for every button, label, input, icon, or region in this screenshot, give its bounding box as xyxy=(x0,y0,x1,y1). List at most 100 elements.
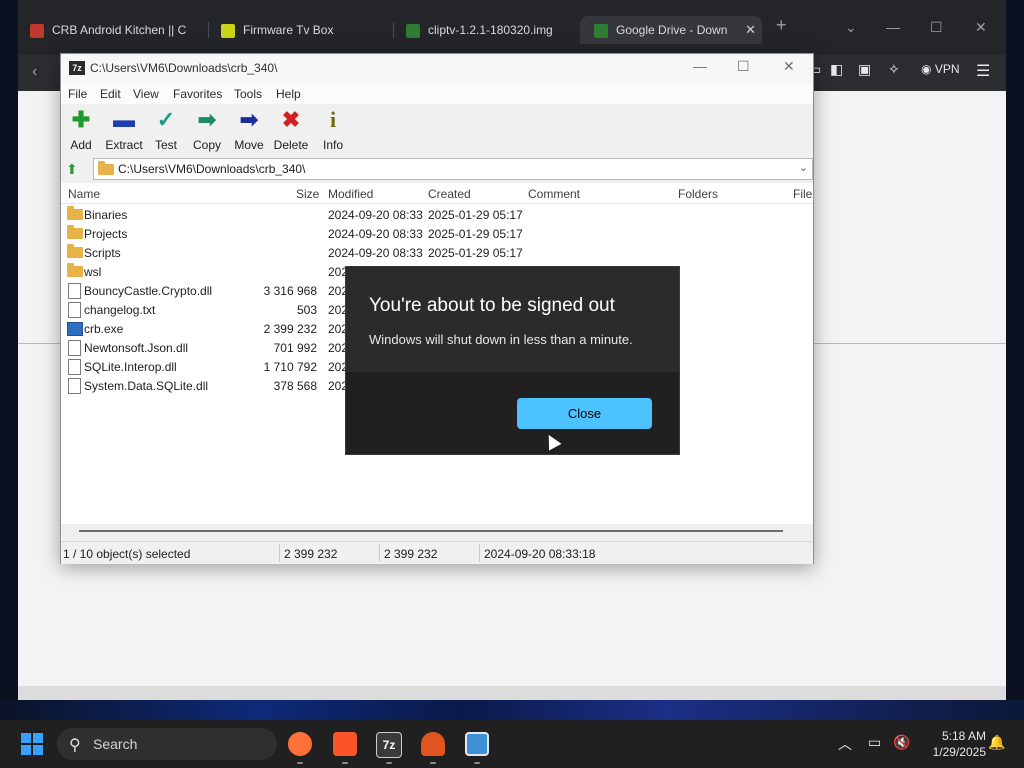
brave-icon[interactable] xyxy=(333,732,357,756)
column-header-modified[interactable]: Modified xyxy=(328,187,373,201)
leo-ai-icon[interactable]: ✧ xyxy=(888,61,900,78)
text-file-icon xyxy=(68,302,81,318)
menu-favorites[interactable]: Favorites xyxy=(173,87,222,101)
item-name: Projects xyxy=(84,227,128,241)
tab-separator xyxy=(393,22,394,38)
delete-button[interactable]: ✖ Delete xyxy=(269,107,313,153)
item-name: Scripts xyxy=(84,246,121,260)
running-indicator xyxy=(430,762,436,764)
folder-icon xyxy=(67,225,83,239)
item-size: 2 399 232 xyxy=(263,322,317,336)
copy-arrow-icon: ➡ xyxy=(197,107,217,132)
windows-start-icon[interactable] xyxy=(21,733,43,755)
search-icon: ⚲ xyxy=(69,737,81,754)
chevron-down-icon[interactable]: ⌄ xyxy=(799,161,808,174)
desktop-wallpaper-left xyxy=(0,0,18,720)
delete-label: Delete xyxy=(273,138,309,152)
item-size: 378 568 xyxy=(273,379,317,393)
menu-help[interactable]: Help xyxy=(276,87,301,101)
list-item[interactable]: Projects 2024-09-20 08:33 2025-01-29 05:… xyxy=(61,224,813,243)
back-icon[interactable]: ‹ xyxy=(32,63,37,81)
copy-button[interactable]: ➡ Copy xyxy=(185,107,229,153)
crb-taskbar-icon[interactable] xyxy=(421,732,445,756)
chevron-down-icon[interactable]: ⌄ xyxy=(845,19,857,36)
file-icon xyxy=(68,359,81,375)
running-indicator xyxy=(297,762,303,764)
path-combobox[interactable]: C:\Users\VM6\Downloads\crb_340\ ⌄ xyxy=(93,158,813,180)
path-text: C:\Users\VM6\Downloads\crb_340\ xyxy=(118,162,306,176)
folder-up-icon[interactable]: ⬆ xyxy=(66,161,82,177)
list-item[interactable]: Binaries 2024-09-20 08:33 2025-01-29 05:… xyxy=(61,205,813,224)
taskbar: ⚲ Search 7z ︿ ▭ 🔇 5:18 AM 1/29/2025 🔔 xyxy=(0,720,1024,768)
close-icon[interactable]: ✕ xyxy=(783,58,795,75)
test-button[interactable]: ✓ Test xyxy=(144,108,188,153)
close-button[interactable]: Close xyxy=(517,398,652,429)
tab-label: cliptv-1.2.1-180320.img xyxy=(428,23,553,37)
column-header-comment[interactable]: Comment xyxy=(528,187,580,201)
list-horizontal-scrollbar[interactable] xyxy=(61,524,813,538)
browser-horizontal-scrollbar[interactable] xyxy=(18,686,1006,700)
tab-separator xyxy=(208,22,209,38)
minimize-icon[interactable]: — xyxy=(693,58,707,74)
info-button[interactable]: i Info xyxy=(311,108,355,153)
move-button[interactable]: ➡ Move xyxy=(227,108,271,153)
google-drive-icon xyxy=(594,23,608,38)
chevron-up-icon[interactable]: ︿ xyxy=(838,734,852,754)
folder-icon xyxy=(67,263,83,277)
column-header-files[interactable]: File xyxy=(793,187,812,201)
menu-edit[interactable]: Edit xyxy=(100,87,121,101)
menu-tools[interactable]: Tools xyxy=(234,87,262,101)
item-modified: 2024-09-20 08:33 xyxy=(328,227,423,241)
status-size: 2 399 232 xyxy=(284,547,338,561)
taskbar-clock[interactable]: 5:18 AM 1/29/2025 xyxy=(920,728,986,760)
browser-tab[interactable]: cliptv-1.2.1-180320.img xyxy=(406,16,578,44)
scrollbar-thumb[interactable] xyxy=(79,530,783,532)
item-size: 1 710 792 xyxy=(263,360,317,374)
sign-out-dialog: You're about to be signed out Windows wi… xyxy=(345,266,680,455)
status-divider xyxy=(479,544,480,562)
firefox-icon[interactable] xyxy=(288,732,312,756)
close-window-icon[interactable]: ✕ xyxy=(975,19,987,36)
minus-icon: ▬ xyxy=(113,107,135,132)
item-size: 701 992 xyxy=(273,341,317,355)
notification-bell-icon[interactable]: 🔔 xyxy=(988,734,1005,751)
7zip-taskbar-icon[interactable]: 7z xyxy=(376,732,402,758)
dialog-message: Windows will shut down in less than a mi… xyxy=(369,332,633,347)
column-header-size[interactable]: Size xyxy=(296,187,319,201)
vpn-button[interactable]: ◉ VPN xyxy=(921,62,960,76)
tab-label: CRB Android Kitchen || C xyxy=(52,23,187,37)
list-item[interactable]: Scripts 2024-09-20 08:33 2025-01-29 05:1… xyxy=(61,243,813,262)
browser-tab[interactable]: Firmware Tv Box xyxy=(221,16,393,44)
menu-icon[interactable]: ☰ xyxy=(976,61,990,81)
status-packed: 2 399 232 xyxy=(384,547,438,561)
wallet-icon[interactable]: ▣ xyxy=(858,61,871,78)
item-created: 2025-01-29 05:17 xyxy=(428,227,523,241)
copy-label: Copy xyxy=(192,138,221,152)
column-header-created[interactable]: Created xyxy=(428,187,471,201)
column-header-folders[interactable]: Folders xyxy=(678,187,718,201)
window-app-icon[interactable] xyxy=(465,732,489,756)
browser-tab-bar: CRB Android Kitchen || C Firmware Tv Box… xyxy=(18,0,1006,55)
browser-tab[interactable]: CRB Android Kitchen || C xyxy=(30,16,202,44)
maximize-icon[interactable]: ☐ xyxy=(930,19,943,36)
taskbar-search[interactable]: ⚲ Search xyxy=(57,728,277,760)
menu-file[interactable]: File xyxy=(68,87,87,101)
add-button[interactable]: ✚ Add xyxy=(59,108,103,153)
sidebar-icon[interactable]: ◧ xyxy=(830,61,843,78)
close-tab-icon[interactable]: ✕ xyxy=(745,16,756,44)
search-label: Search xyxy=(93,736,138,752)
column-header-name[interactable]: Name xyxy=(68,187,100,201)
volume-muted-icon[interactable]: 🔇 xyxy=(893,734,910,751)
item-name: wsl xyxy=(84,265,102,279)
item-name: changelog.txt xyxy=(84,303,156,317)
delete-x-icon: ✖ xyxy=(281,107,301,132)
maximize-icon[interactable]: ☐ xyxy=(737,58,750,75)
network-icon[interactable]: ▭ xyxy=(868,734,881,751)
extract-button[interactable]: ▬ Extract xyxy=(102,107,146,153)
minimize-icon[interactable]: — xyxy=(886,19,900,35)
browser-tab-active[interactable]: Google Drive - Down ✕ xyxy=(580,16,762,44)
menu-view[interactable]: View xyxy=(133,87,159,101)
file-icon xyxy=(68,378,81,394)
new-tab-icon[interactable]: + xyxy=(776,15,787,36)
item-name: SQLite.Interop.dll xyxy=(84,360,177,374)
